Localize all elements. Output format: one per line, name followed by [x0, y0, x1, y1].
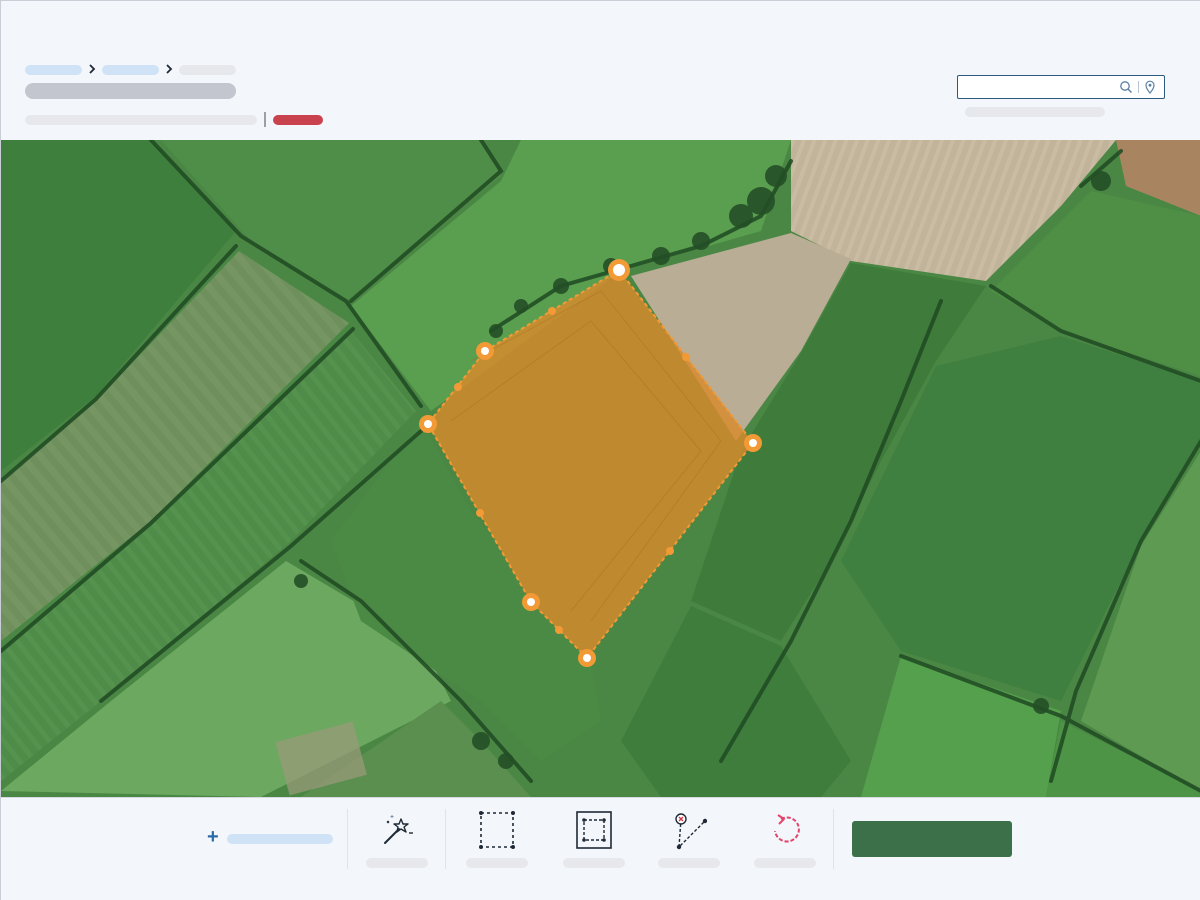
satellite-map[interactable]: [1, 140, 1200, 797]
bounding-box-tool[interactable]: [562, 809, 626, 871]
tool-label: [658, 858, 720, 868]
vertex-handle[interactable]: [744, 434, 762, 452]
vertex-handle[interactable]: [578, 649, 596, 667]
plus-icon[interactable]: +: [207, 827, 221, 847]
tool-label: [754, 858, 816, 868]
vertex-handle[interactable]: [608, 259, 630, 281]
map-canvas[interactable]: [1, 140, 1200, 797]
save-button[interactable]: [852, 821, 1012, 857]
magic-wand-tool[interactable]: [365, 809, 429, 871]
status-badge: [273, 115, 323, 125]
midpoint-handle[interactable]: [555, 626, 563, 634]
vertex-handle[interactable]: [419, 415, 437, 433]
meta-divider: [264, 112, 266, 127]
midpoint-handle[interactable]: [454, 383, 462, 391]
toolbar-divider: [833, 809, 834, 869]
select-rectangle-icon: [479, 811, 515, 849]
toolbar-divider: [347, 809, 348, 869]
bounding-box-icon: [576, 811, 612, 849]
vertex-handle[interactable]: [522, 593, 540, 611]
add-field-link[interactable]: [227, 834, 333, 844]
location-search: [957, 75, 1165, 99]
rectangle-select-tool[interactable]: [465, 809, 529, 871]
search-divider: [1138, 81, 1139, 93]
midpoint-handle[interactable]: [682, 353, 690, 361]
vertex-handle[interactable]: [476, 342, 494, 360]
search-icon[interactable]: [1119, 80, 1133, 94]
search-hint: [965, 107, 1105, 117]
search-input[interactable]: [962, 78, 1112, 96]
breadcrumb-link-2[interactable]: [102, 65, 159, 75]
location-pin-icon[interactable]: [1144, 80, 1156, 94]
page-subtitle: [25, 115, 257, 125]
midpoint-handle[interactable]: [666, 547, 674, 555]
breadcrumb-current: [179, 65, 236, 75]
midpoint-handle[interactable]: [548, 307, 556, 315]
reset-icon: [774, 814, 800, 843]
page-title: [25, 83, 236, 99]
magic-wand-icon: [384, 815, 413, 844]
chevron-right-icon: [166, 64, 173, 74]
app-window: +: [0, 0, 1200, 900]
tool-label: [563, 858, 625, 868]
page-header: [1, 1, 1200, 140]
breadcrumb-link-1[interactable]: [25, 65, 82, 75]
tool-label: [466, 858, 528, 868]
tool-label: [366, 858, 428, 868]
chevron-right-icon: [89, 64, 96, 74]
delete-vertex-icon: [675, 813, 707, 850]
midpoint-handle[interactable]: [476, 509, 484, 517]
toolbar-divider: [445, 809, 446, 869]
reset-tool[interactable]: [753, 809, 817, 871]
delete-vertex-tool[interactable]: [657, 809, 721, 871]
